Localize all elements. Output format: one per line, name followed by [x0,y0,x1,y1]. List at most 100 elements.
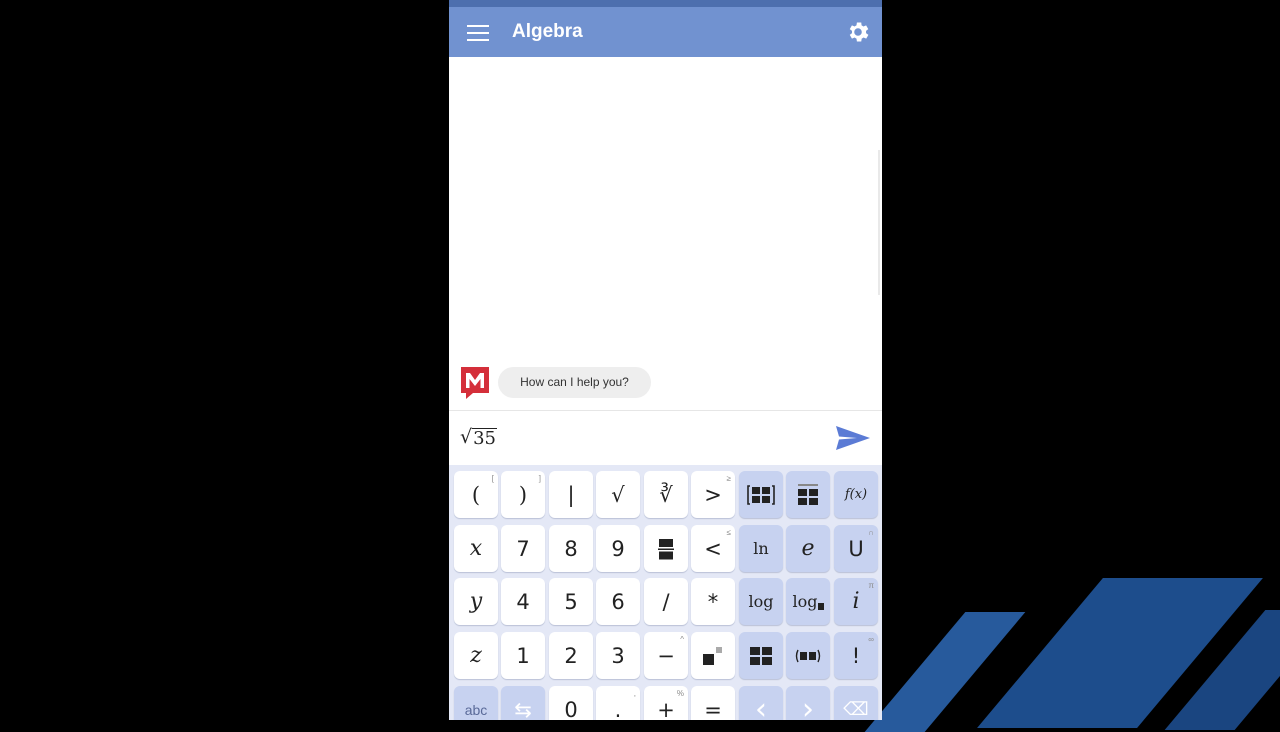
key-9[interactable]: 9 [596,525,640,572]
hamburger-menu-icon[interactable] [467,25,489,41]
key-absolute-value[interactable]: | [549,471,593,518]
key-label: ⇆ [514,697,532,721]
key-label: ∛ [659,482,673,507]
key-plus[interactable]: + % [644,686,688,720]
key-e[interactable]: e [786,525,830,572]
key-4[interactable]: 4 [501,578,545,625]
key-imaginary[interactable]: i π [834,578,878,625]
matrix-icon [747,484,775,505]
radical-symbol: √ [460,426,473,448]
key-label: 6 [611,589,625,614]
key-hint: ] [538,474,541,483]
key-decimal[interactable]: . , [596,686,640,720]
chevron-right-icon: › [802,692,814,720]
key-label: 8 [564,536,578,561]
key-7[interactable]: 7 [501,525,545,572]
key-hint: ∞ [868,635,874,644]
key-nth-root[interactable]: ∛ [644,471,688,518]
send-icon[interactable] [835,424,871,452]
key-backspace[interactable]: ⌫ [834,686,878,720]
math-expression: √ 35 [460,425,498,449]
key-label: e [801,536,815,561]
key-system-of-equations[interactable] [786,471,830,518]
key-less-than[interactable]: < ≤ [691,525,735,572]
key-fraction[interactable] [644,525,688,572]
key-5[interactable]: 5 [549,578,593,625]
key-log[interactable]: log [739,578,783,625]
key-6[interactable]: 6 [596,578,640,625]
key-label: / [662,589,670,614]
key-label: 7 [516,536,530,561]
key-greater-than[interactable]: > ≥ [691,471,735,518]
key-8[interactable]: 8 [549,525,593,572]
key-interval[interactable] [786,632,830,679]
key-hint: ^ [680,635,684,644]
key-divide[interactable]: / [644,578,688,625]
key-cursor-left[interactable]: ‹ [739,686,783,720]
interval-icon [795,649,821,662]
key-label: abc [464,701,488,718]
key-square-root[interactable]: √ [596,471,640,518]
key-close-paren[interactable]: ) ] [501,471,545,518]
key-toggle[interactable]: ⇆ [501,686,545,720]
math-keyboard: ( [ ) ] | √ ∛ > ≥ f(x) x 7 8 9 < ≤ ln e … [449,465,882,720]
key-label: i [852,589,860,614]
scrollbar[interactable] [878,150,880,295]
key-label: . [614,697,622,721]
key-label: 9 [611,536,625,561]
key-label: x [469,536,483,561]
key-label: U [848,536,864,561]
backspace-icon: ⌫ [843,699,869,720]
key-label: * [707,589,719,614]
key-hint: % [676,689,684,698]
phone-screen: Algebra How can I help you? √ 35 ( [ ) ]… [449,0,882,720]
key-equals[interactable]: = [691,686,735,720]
key-cursor-right[interactable]: › [786,686,830,720]
key-label: log [792,592,818,611]
key-z[interactable]: z [454,632,498,679]
key-hint: π [868,581,874,590]
key-label: > [704,482,722,507]
power-icon [703,646,722,665]
key-open-paren[interactable]: ( [ [454,471,498,518]
key-log-base[interactable]: log [786,578,830,625]
radicand-value: 35 [472,428,498,449]
key-multiply[interactable]: * [691,578,735,625]
key-label: 3 [611,643,625,668]
status-bar [449,0,882,7]
key-label: y [469,589,483,614]
app-bar: Algebra [449,7,882,57]
key-0[interactable]: 0 [549,686,593,720]
key-minus[interactable]: − ^ [644,632,688,679]
key-hint: ≤ [726,528,731,537]
key-label: ! [851,643,861,668]
chevron-left-icon: ‹ [755,692,767,720]
key-3[interactable]: 3 [596,632,640,679]
key-y[interactable]: y [454,578,498,625]
gear-icon[interactable] [845,19,871,45]
key-label: ln [753,539,769,558]
log-base-box-icon [817,603,824,610]
key-factorial[interactable]: ! ∞ [834,632,878,679]
key-1[interactable]: 1 [501,632,545,679]
math-input-field[interactable]: √ 35 [449,411,882,465]
key-power[interactable] [691,632,735,679]
key-2[interactable]: 2 [549,632,593,679]
bot-message-bubble: How can I help you? [498,367,651,398]
key-label: − [657,643,675,668]
key-x[interactable]: x [454,525,498,572]
key-abc[interactable]: abc [454,686,498,720]
key-subscript[interactable] [739,632,783,679]
key-function[interactable]: f(x) [834,471,878,518]
key-label: 4 [516,589,530,614]
key-matrix[interactable] [739,471,783,518]
key-union[interactable]: U ∩ [834,525,878,572]
key-label: f(x) [844,487,868,502]
key-label: ) [518,482,528,507]
key-label: 1 [516,643,530,668]
system-icon [798,483,818,505]
mathway-logo-icon [461,367,489,399]
fraction-icon [658,538,674,559]
key-ln[interactable]: ln [739,525,783,572]
key-hint: , [633,689,636,698]
